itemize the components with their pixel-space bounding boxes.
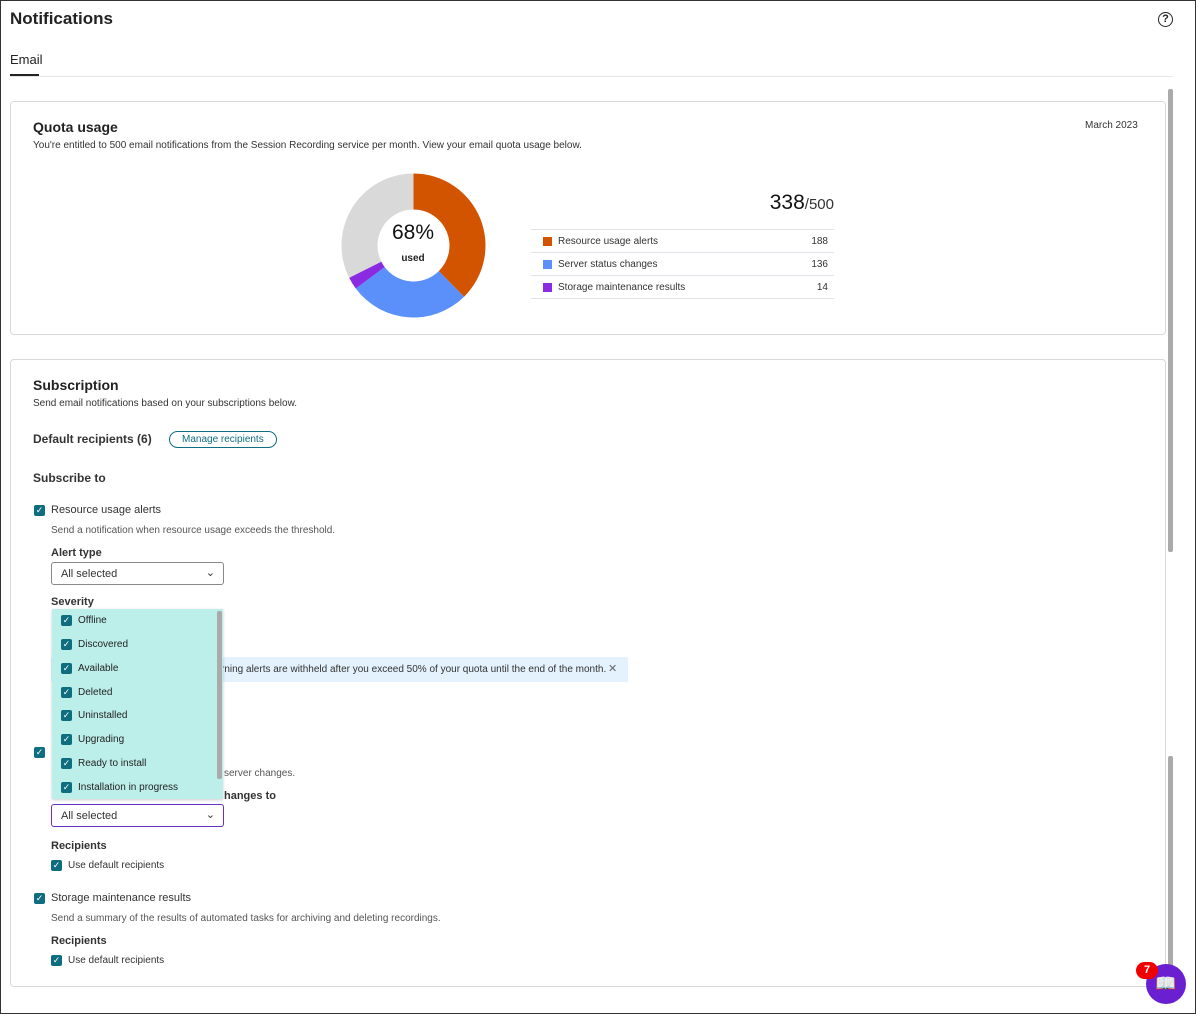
option-label: Offline xyxy=(78,615,107,626)
severity-label: Severity xyxy=(51,596,94,608)
legend-value: 188 xyxy=(811,235,828,247)
legend-label: Server status changes xyxy=(558,258,658,270)
dropdown-scrollbar[interactable] xyxy=(217,611,222,779)
resource-alerts-checkbox[interactable]: ✓ xyxy=(34,505,45,516)
legend-label: Storage maintenance results xyxy=(558,281,686,293)
subscription-description: Send email notifications based on your s… xyxy=(33,398,298,409)
dropdown-option-installation-in-progress[interactable]: ✓ Installation in progress xyxy=(61,782,178,793)
option-label: Uninstalled xyxy=(78,710,128,721)
legend-value: 14 xyxy=(816,281,828,293)
server-status-description: server changes. xyxy=(224,768,296,779)
checkbox[interactable]: ✓ xyxy=(61,639,72,650)
chevron-down-icon: ⌄ xyxy=(205,809,215,821)
manage-recipients-button[interactable]: Manage recipients xyxy=(169,431,277,448)
tab-email[interactable]: Email xyxy=(10,52,43,67)
severity-dropdown-menu: ✓ Offline ✓ Discovered ✓ Available ✓ Deleted… xyxy=(52,609,223,799)
server-status-select-value: All selected xyxy=(61,810,118,822)
checkbox[interactable]: ✓ xyxy=(61,734,72,745)
quota-title: Quota usage xyxy=(33,119,118,135)
alert-type-label: Alert type xyxy=(51,547,102,559)
storage-label: Storage maintenance results xyxy=(51,892,192,904)
server-status-select[interactable]: All selected ⌄ xyxy=(51,804,224,827)
dropdown-option-discovered[interactable]: ✓ Discovered xyxy=(61,639,128,650)
checkbox[interactable]: ✓ xyxy=(61,758,72,769)
server-default-recipients-checkbox[interactable]: ✓ xyxy=(51,860,62,871)
legend-row: Resource usage alerts 188 xyxy=(531,230,834,253)
dropdown-option-offline[interactable]: ✓ Offline xyxy=(61,615,107,626)
alert-type-value: All selected xyxy=(61,568,118,580)
option-label: Installation in progress xyxy=(78,782,179,793)
legend-swatch xyxy=(543,282,552,292)
legend-swatch xyxy=(543,236,552,246)
option-label: Ready to install xyxy=(78,758,147,769)
checkbox[interactable]: ✓ xyxy=(61,782,72,793)
page-title: Notifications xyxy=(10,9,113,28)
quota-description: You're entitled to 500 email notificatio… xyxy=(33,140,582,151)
checkbox[interactable]: ✓ xyxy=(61,687,72,698)
server-field-label: hanges to xyxy=(224,790,276,802)
storage-checkbox[interactable]: ✓ xyxy=(34,893,45,904)
page-scrollbar-thumb[interactable] xyxy=(1168,89,1173,552)
storage-default-recipients-label: Use default recipients xyxy=(68,955,165,966)
resource-alerts-label: Resource usage alerts xyxy=(51,504,162,516)
subscribe-to-heading: Subscribe to xyxy=(33,471,106,485)
storage-description: Send a summary of the results of automat… xyxy=(51,913,441,924)
legend-value: 136 xyxy=(811,258,828,270)
option-label: Available xyxy=(78,663,119,674)
default-recipients-label: Default recipients (6) xyxy=(33,432,152,446)
dropdown-option-upgrading[interactable]: ✓ Upgrading xyxy=(61,734,124,745)
legend-label: Resource usage alerts xyxy=(558,235,659,247)
quota-donut-chart xyxy=(341,173,486,318)
server-default-recipients-label: Use default recipients xyxy=(68,860,165,871)
storage-default-recipients-checkbox[interactable]: ✓ xyxy=(51,955,62,966)
chevron-down-icon: ⌄ xyxy=(205,567,215,579)
dropdown-option-ready-to-install[interactable]: ✓ Ready to install xyxy=(61,758,146,769)
option-label: Deleted xyxy=(78,687,113,698)
checkbox[interactable]: ✓ xyxy=(61,710,72,721)
legend-swatch xyxy=(543,259,552,269)
dropdown-option-available[interactable]: ✓ Available xyxy=(61,663,118,674)
donut-used-label: used xyxy=(401,253,425,264)
quota-used: 338 xyxy=(769,191,805,214)
quota-card xyxy=(10,101,1166,335)
option-label: Upgrading xyxy=(78,734,125,745)
checkbox[interactable]: ✓ xyxy=(61,663,72,674)
subscription-title: Subscription xyxy=(33,377,119,393)
dropdown-option-uninstalled[interactable]: ✓ Uninstalled xyxy=(61,710,127,721)
server-status-checkbox[interactable]: ✓ xyxy=(34,747,45,758)
dropdown-option-deleted[interactable]: ✓ Deleted xyxy=(61,687,112,698)
quota-total: /500 xyxy=(804,196,834,213)
option-label: Discovered xyxy=(78,639,129,650)
quota-legend: Resource usage alerts 188 Server status c… xyxy=(531,229,834,299)
server-recipients-label: Recipients xyxy=(51,840,107,852)
legend-row: Server status changes 136 xyxy=(531,253,834,276)
help-icon[interactable]: ? xyxy=(1158,12,1173,27)
close-icon[interactable]: ✕ xyxy=(608,662,617,675)
legend-row: Storage maintenance results 14 xyxy=(531,276,834,299)
info-banner-text: rning alerts are withheld after you exce… xyxy=(221,664,607,675)
quota-count: 338/500 xyxy=(601,191,834,215)
resource-alerts-description: Send a notification when resource usage … xyxy=(51,525,336,536)
donut-percent: 68% xyxy=(391,221,435,244)
tab-divider xyxy=(10,76,1173,77)
quota-period: March 2023 xyxy=(1085,120,1138,131)
alert-type-select[interactable]: All selected ⌄ xyxy=(51,562,224,585)
storage-recipients-label: Recipients xyxy=(51,935,107,947)
notification-badge: 7 xyxy=(1136,962,1158,979)
checkbox[interactable]: ✓ xyxy=(61,615,72,626)
